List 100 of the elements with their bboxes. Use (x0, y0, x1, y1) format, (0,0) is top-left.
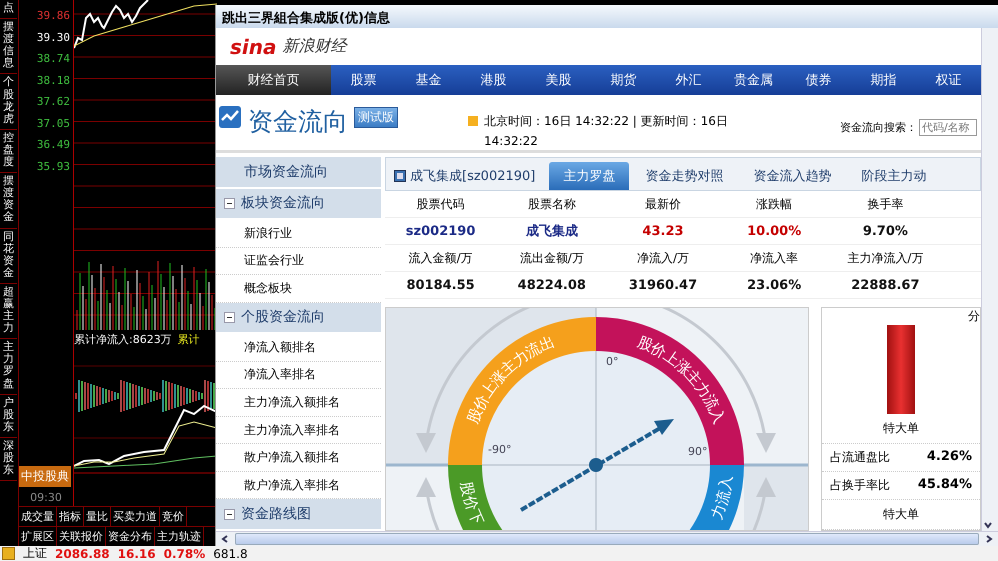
nav-item[interactable]: 债券 (786, 65, 851, 95)
price-label: 37.62 (36, 95, 71, 110)
compass-segment-label: 股价上涨主力流入 (634, 332, 729, 426)
price-label: 39.30 (36, 30, 71, 46)
price-label: 38.74 (36, 52, 71, 67)
bar-label: 特大单 (822, 414, 980, 444)
app-badge[interactable]: 中投股典 (19, 466, 71, 487)
group-label: 个股资金流向 (241, 308, 325, 326)
time-info: 北京时间：16日 14:32:22 | 更新时间：16日 14:32:22 (484, 113, 729, 150)
side-tab[interactable]: 控盘度 (0, 130, 17, 174)
side-tab[interactable]: 主力罗盘 (0, 339, 17, 395)
angle-label: 0° (606, 355, 618, 368)
nav-item[interactable]: 港股 (461, 65, 526, 95)
sidebar-group[interactable]: 市场资金流向 (216, 157, 381, 186)
side-tab[interactable]: 超赢主力 (0, 284, 17, 340)
nav-item[interactable]: 基金 (396, 65, 461, 95)
sidebar-group[interactable]: 个股资金流向 (216, 302, 381, 332)
table-cell-text: 22888.67 (850, 278, 921, 292)
panel-heading: 分 (968, 308, 980, 325)
price-label: 38.18 (36, 74, 71, 88)
compass-segment-label: 力流入 (707, 474, 736, 522)
side-tab[interactable]: 摆渡资金 (0, 173, 17, 228)
table-cell-text: 9.70% (862, 224, 909, 238)
index-name: 上证 (23, 545, 47, 561)
index-icon (2, 547, 15, 560)
column-header: 净流入/万 (636, 250, 690, 266)
price-label: 37.05 (36, 116, 71, 132)
side-tab[interactable]: 点 (0, 0, 17, 20)
side-tab[interactable]: 摆渡信息 (0, 19, 17, 74)
stat-label: 占流通盘比 (830, 449, 890, 466)
sidebar-link[interactable]: 新浪行业 (216, 220, 381, 248)
group-label: 资金路线图 (241, 505, 311, 524)
sidebar-link[interactable]: 净流入率排名 (216, 362, 381, 390)
tab[interactable]: 主力罗盘 (549, 162, 630, 190)
side-tab[interactable]: 个股龙虎 (0, 74, 17, 130)
side-tab[interactable]: 深股东 (0, 438, 17, 482)
tab[interactable]: 阶段主力动 (847, 162, 940, 190)
table-cell-text: 80184.55 (405, 278, 476, 292)
chart-tab[interactable]: 指标 (57, 507, 84, 526)
scrollbar-thumb[interactable] (235, 533, 979, 545)
time-label: 09:30 (30, 491, 62, 504)
chart-icon (218, 105, 242, 129)
stock-icon (394, 170, 406, 182)
angle-label: 90° (688, 445, 708, 458)
nav-item[interactable]: 权证 (916, 65, 981, 95)
table-cell-text: 31960.47 (628, 278, 698, 292)
collapse-icon[interactable] (224, 198, 235, 209)
chart-tab[interactable]: 成交量 (19, 507, 57, 526)
column-header: 股票名称 (526, 196, 577, 212)
nav-item[interactable]: 财经首页 (216, 65, 331, 95)
nav-item[interactable]: 期指 (851, 65, 916, 95)
index-change: 16.16 (118, 546, 156, 560)
column-header: 股票代码 (416, 196, 466, 212)
tab[interactable]: 资金走势对照 (631, 162, 738, 190)
index-change-percent: 0.78% (164, 546, 206, 560)
price-label: 39.86 (36, 9, 71, 24)
nav-item[interactable]: 股票 (331, 65, 396, 95)
compass-segment-label: 股价下 (456, 480, 488, 528)
sidebar-link[interactable]: 净流入额排名 (216, 334, 381, 362)
table-cell-text: 10.00% (746, 224, 802, 238)
chart-tab[interactable]: 量比 (84, 507, 111, 526)
sidebar-group[interactable]: 板块资金流向 (216, 188, 381, 218)
sidebar-group[interactable]: 资金路线图 (216, 499, 381, 529)
column-header: 换手率 (866, 196, 904, 212)
sidebar-link[interactable]: 证监会行业 (216, 248, 381, 276)
table-cell-text: sz002190 (404, 224, 476, 238)
price-label: 36.49 (36, 138, 71, 153)
price-label: 35.93 (36, 160, 71, 174)
nav-item[interactable]: 外汇 (656, 65, 721, 95)
column-header: 主力净流入/万 (846, 250, 924, 266)
nav-item[interactable]: 美股 (526, 65, 591, 95)
side-tab[interactable]: 户股东 (0, 394, 17, 438)
angle-label: -90° (488, 443, 512, 456)
table-cell-text: 成飞集成 (524, 223, 579, 240)
table-cell-text: 43.23 (641, 224, 685, 238)
tab[interactable]: 资金流入趋势 (739, 162, 846, 190)
side-tab[interactable]: 同花资金 (0, 228, 17, 284)
index-value: 2086.88 (55, 546, 110, 560)
chart-tab[interactable]: 竞价 (160, 507, 187, 526)
sidebar-link[interactable]: 散户净流入额排名 (216, 444, 381, 472)
stock-label: 成飞集成[sz002190] (410, 168, 536, 185)
chart-tab[interactable]: 买卖力道 (111, 507, 160, 526)
compass-segment-label: 股价上涨主力流出 (463, 332, 558, 426)
sidebar-link[interactable]: 主力净流入额排名 (216, 389, 381, 417)
column-header: 最新价 (644, 196, 682, 212)
collapse-icon[interactable] (224, 312, 235, 323)
brand-name: 新浪财经 (282, 36, 346, 57)
collapse-icon[interactable] (224, 508, 235, 520)
search-field[interactable]: 代码/名称 (919, 119, 977, 136)
column-header: 流出金额/万 (518, 250, 585, 266)
group-label: 板块资金流向 (241, 194, 325, 212)
stat-value: 45.84% (918, 477, 972, 494)
logo[interactable]: sina (230, 34, 276, 58)
nav-item[interactable]: 贵金属 (721, 65, 786, 95)
section-label: 特大单 (822, 500, 980, 530)
sidebar-link[interactable]: 主力净流入率排名 (216, 416, 381, 444)
window-title: 跳出三界組合集成版(优)信息 (216, 5, 998, 28)
stat-value: 4.26% (926, 449, 972, 466)
column-header: 涨跌幅 (755, 196, 794, 212)
nav-item[interactable]: 期货 (591, 65, 656, 95)
